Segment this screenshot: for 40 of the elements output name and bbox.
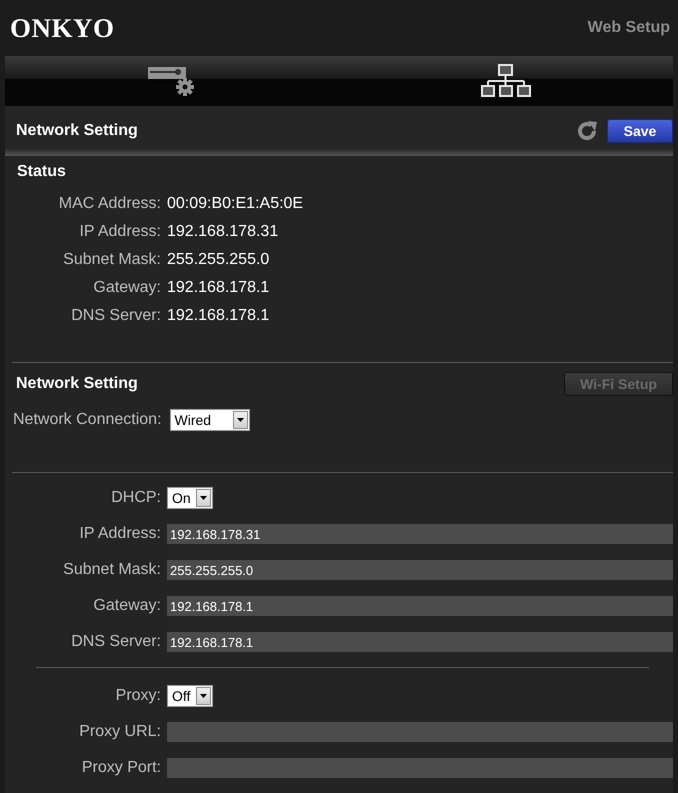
status-value: 255.255.255.0 [166,250,270,270]
status-value: 192.168.178.1 [166,278,270,298]
dropdown[interactable]: Off [167,685,213,707]
field-label: Proxy: [114,686,161,706]
input-field[interactable]: 192.168.178.31 [167,524,673,544]
input-field[interactable]: 192.168.178.1 [167,596,673,616]
section-heading: Status [16,162,67,182]
field-label: DHCP: [110,488,161,508]
field-label: IP Address: [78,524,161,544]
status-label: Gateway: [92,278,161,298]
field-label: Proxy URL: [78,722,161,742]
page-title: Network Setting [16,121,138,141]
status-label: IP Address: [78,222,161,242]
status-label: MAC Address: [58,194,161,214]
input-field[interactable]: 192.168.178.1 [167,632,673,652]
dropdown[interactable]: Wired [170,409,250,431]
input-field[interactable] [167,722,673,742]
field-label: Subnet Mask: [62,560,161,580]
field-label: Proxy Port: [80,758,161,778]
status-label: DNS Server: [70,306,161,326]
dropdown[interactable]: On [167,487,213,509]
field-label: Gateway: [92,596,161,616]
save-button[interactable]: Save [607,119,673,143]
status-value: 00:09:B0:E1:A5:0E [166,194,304,214]
status-value: 192.168.178.1 [166,306,270,326]
network-icon [480,64,532,98]
status-value: 192.168.178.31 [166,222,278,242]
status-label: Subnet Mask: [62,250,161,270]
input-field[interactable] [167,758,673,778]
field-label: Network Connection: [13,410,162,430]
device-gear-icon [147,65,197,97]
page-header-title: Web Setup [588,18,670,38]
caret-icon [236,418,244,422]
field-label: DNS Server: [70,632,161,652]
input-field[interactable]: 255.255.255.0 [167,560,673,580]
refresh-icon[interactable] [575,119,599,143]
caret-icon [200,496,207,500]
caret-icon [200,694,207,698]
logo: ONKYO [10,12,115,45]
section-heading: Network Setting [16,374,138,394]
